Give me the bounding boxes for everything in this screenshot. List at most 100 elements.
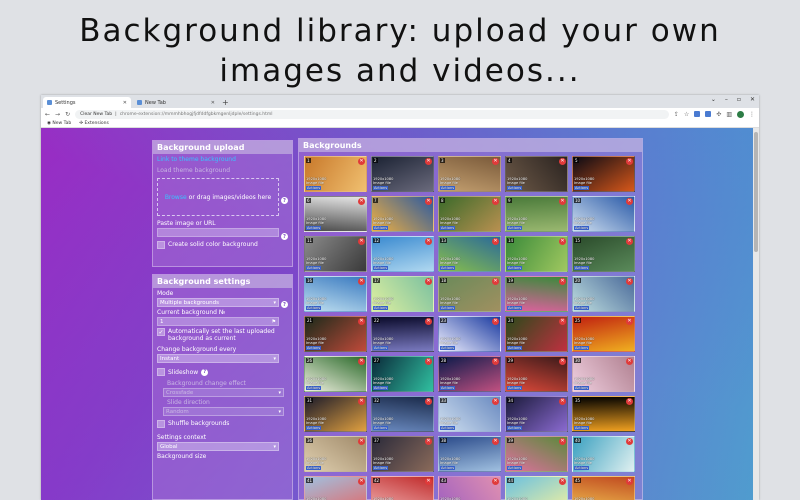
actions-button[interactable]: Actions [373,465,389,470]
background-thumbnail[interactable]: 34 ✕ 1920x1080 Image file Actions [505,396,568,432]
delete-icon[interactable]: ✕ [559,158,566,165]
delete-icon[interactable]: ✕ [559,478,566,485]
actions-button[interactable]: Actions [373,225,389,230]
delete-icon[interactable]: ✕ [492,278,499,285]
actions-button[interactable]: Actions [373,185,389,190]
actions-button[interactable]: Actions [507,185,523,190]
background-thumbnail[interactable]: 1 ✕ 1920x1080 Image file Actions [304,156,367,192]
background-thumbnail[interactable]: 32 ✕ 1920x1080 Image file Actions [371,396,434,432]
actions-button[interactable]: Actions [440,345,456,350]
actions-button[interactable]: Actions [373,305,389,310]
scrollbar-thumb[interactable] [754,132,758,252]
delete-icon[interactable]: ✕ [626,358,633,365]
shuffle-checkbox[interactable] [157,420,165,428]
delete-icon[interactable]: ✕ [425,198,432,205]
help-icon[interactable]: ? [281,301,288,308]
background-thumbnail[interactable]: 44✕1920x1080Image fileActions [505,476,568,500]
background-thumbnail[interactable]: 35 ✕ 1920x1080 Image file Actions [572,396,635,432]
delete-icon[interactable]: ✕ [559,358,566,365]
actions-button[interactable]: Actions [440,265,456,270]
help-icon[interactable]: ? [201,368,209,376]
new-tab-button[interactable]: + [222,97,229,108]
delete-icon[interactable]: ✕ [626,478,633,485]
delete-icon[interactable]: ✕ [492,318,499,325]
tab-search-icon[interactable]: ⌄ [711,96,716,103]
actions-button[interactable]: Actions [507,345,523,350]
background-thumbnail[interactable]: 3 ✕ 1920x1080 Image file Actions [438,156,501,192]
background-thumbnail[interactable]: 37 ✕ 1920x1080 Image file Actions [371,436,434,472]
actions-button[interactable]: Actions [574,305,590,310]
background-thumbnail[interactable]: 13 ✕ 1920x1080 Image file Actions [438,236,501,272]
actions-button[interactable]: Actions [306,185,322,190]
actions-button[interactable]: Actions [306,305,322,310]
link-theme-background[interactable]: Link to theme background [153,154,292,165]
background-thumbnail[interactable]: 26 ✕ 1920x1080 Image file Actions [304,356,367,392]
background-thumbnail[interactable]: 36 ✕ 1920x1080 Image file Actions [304,436,367,472]
background-thumbnail[interactable]: 31 ✕ 1920x1080 Image file Actions [304,396,367,432]
background-thumbnail[interactable]: 9 ✕ 1920x1080 Image file Actions [505,196,568,232]
actions-button[interactable]: Actions [507,265,523,270]
delete-icon[interactable]: ✕ [358,398,365,405]
flag-icon[interactable]: ⚑ [272,319,276,325]
close-window-icon[interactable]: ✕ [750,96,755,103]
delete-icon[interactable]: ✕ [425,158,432,165]
delete-icon[interactable]: ✕ [492,238,499,245]
background-thumbnail[interactable]: 25 ✕ 1920x1080 Image file Actions [572,316,635,352]
mode-select[interactable]: Multiple backgrounds ▾ [157,298,279,307]
actions-button[interactable]: Actions [306,425,322,430]
load-theme-background-button[interactable]: Load theme background [153,165,292,176]
tab-new-tab[interactable]: New Tab ✕ [133,97,219,108]
close-tab-icon[interactable]: ✕ [123,100,127,106]
paste-url-input[interactable] [157,228,279,237]
avatar[interactable] [737,110,744,118]
delete-icon[interactable]: ✕ [559,318,566,325]
delete-icon[interactable]: ✕ [358,318,365,325]
actions-button[interactable]: Actions [440,425,456,430]
actions-button[interactable]: Actions [373,425,389,430]
delete-icon[interactable]: ✕ [559,438,566,445]
solid-color-checkbox[interactable] [157,241,165,249]
delete-icon[interactable]: ✕ [559,198,566,205]
auto-set-checkbox[interactable]: ✓ [157,328,165,336]
page-scrollbar[interactable] [753,128,759,500]
delete-icon[interactable]: ✕ [492,358,499,365]
actions-button[interactable]: Actions [306,225,322,230]
delete-icon[interactable]: ✕ [626,198,633,205]
delete-icon[interactable]: ✕ [358,158,365,165]
background-thumbnail[interactable]: 4 ✕ 1920x1080 Image file Actions [505,156,568,192]
upload-dropzone[interactable]: Browse or drag images/videos here [157,178,279,216]
background-thumbnail[interactable]: 45✕1920x1080Image fileActions [572,476,635,500]
delete-icon[interactable]: ✕ [425,438,432,445]
help-icon[interactable]: ? [281,197,288,204]
maximize-icon[interactable]: ▫ [737,96,741,103]
actions-button[interactable]: Actions [574,385,590,390]
background-thumbnail[interactable]: 40 ✕ 1920x1080 Image file Actions [572,436,635,472]
address-bar[interactable]: Clear New Tab | chrome-extension://mmmhb… [75,109,669,119]
bookmark-extensions[interactable]: ✣ Extensions [79,121,109,126]
actions-button[interactable]: Actions [373,385,389,390]
background-thumbnail[interactable]: 24 ✕ 1920x1080 Image file Actions [505,316,568,352]
context-select[interactable]: Global ▾ [157,442,279,451]
actions-button[interactable]: Actions [574,185,590,190]
background-thumbnail[interactable]: 20 ✕ 1920x1080 Image file Actions [572,276,635,312]
back-icon[interactable]: ← [45,111,50,118]
background-thumbnail[interactable]: 29 ✕ 1920x1080 Image file Actions [505,356,568,392]
background-thumbnail[interactable]: 17 ✕ 1920x1080 Image file Actions [371,276,434,312]
delete-icon[interactable]: ✕ [358,358,365,365]
actions-button[interactable]: Actions [507,225,523,230]
delete-icon[interactable]: ✕ [626,318,633,325]
delete-icon[interactable]: ✕ [492,398,499,405]
actions-button[interactable]: Actions [306,465,322,470]
delete-icon[interactable]: ✕ [358,438,365,445]
reload-icon[interactable]: ↻ [65,111,70,118]
background-thumbnail[interactable]: 8 ✕ 1920x1080 Image file Actions [438,196,501,232]
direction-select[interactable]: Random ▾ [163,407,284,416]
browse-link[interactable]: Browse [165,194,187,201]
background-thumbnail[interactable]: 22 ✕ 1920x1080 Image file Actions [371,316,434,352]
actions-button[interactable]: Actions [574,225,590,230]
menu-icon[interactable]: ⋮ [749,111,755,118]
background-thumbnail[interactable]: 18 ✕ 1920x1080 Image file Actions [438,276,501,312]
background-thumbnail[interactable]: 42✕1920x1080Image fileActions [371,476,434,500]
effect-select[interactable]: Crossfade ▾ [163,388,284,397]
delete-icon[interactable]: ✕ [358,238,365,245]
